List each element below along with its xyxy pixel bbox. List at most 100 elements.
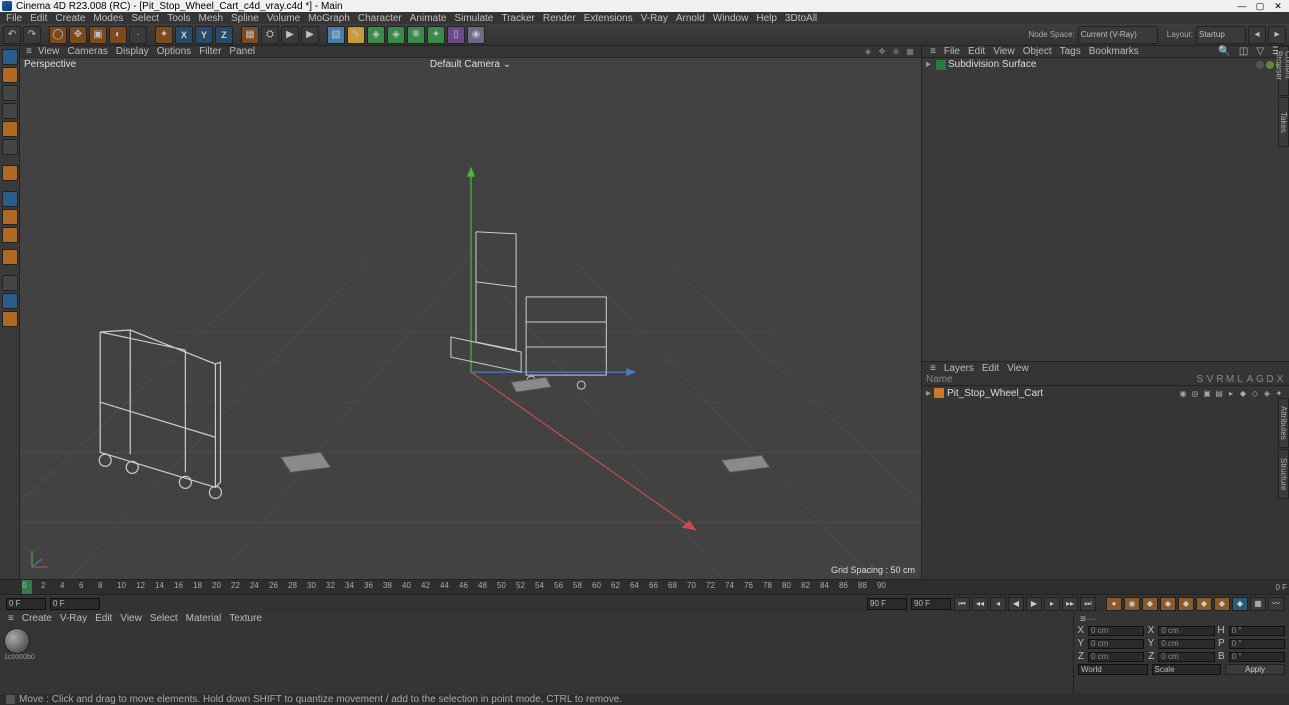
vp-menu-options[interactable]: Options [153,46,195,57]
key-pos-button[interactable]: ◆ [1142,597,1158,611]
om-tags[interactable]: Tags [1056,46,1085,57]
maximize-button[interactable]: ▢ [1251,0,1269,12]
goto-end-button[interactable]: ⏭ [1080,597,1096,611]
menu-render[interactable]: Render [539,13,580,24]
rotate-tool[interactable]: ◐ [109,26,127,44]
size-y-field[interactable]: 0 cm [1158,639,1214,649]
render-view[interactable]: ▦ [241,26,259,44]
om-path-icon[interactable]: ◫ [1235,46,1252,57]
spline-pen[interactable]: ✎ [347,26,365,44]
camera[interactable]: ▯ [447,26,465,44]
scale-tool[interactable]: ▣ [89,26,107,44]
menu-tracker[interactable]: Tracker [497,13,539,24]
menu-window[interactable]: Window [709,13,753,24]
snap-settings[interactable] [2,227,18,243]
pos-y-field[interactable]: 0 cm [1088,639,1144,649]
layout-next[interactable]: ▸ [1268,26,1286,44]
vp-nav-orbit-icon[interactable]: ◈ [862,47,874,57]
picture-viewer[interactable]: ▶ [281,26,299,44]
object-row-root[interactable]: ▸ Subdivision Surface [922,58,1289,71]
object-name[interactable]: Subdivision Surface [948,59,1255,70]
snap-toggle[interactable] [2,209,18,225]
layer-view-icon[interactable]: ◎ [1190,388,1200,398]
vp-menu-filter[interactable]: Filter [195,46,225,57]
goto-start-button[interactable]: ⏮ [954,597,970,611]
coord-scale-select[interactable]: Scale [1152,664,1222,675]
axis-gizmo[interactable] [26,547,52,573]
mm-texture[interactable]: Texture [225,613,266,624]
mm-create[interactable]: Create [18,613,56,624]
render-queue[interactable]: ▶ [301,26,319,44]
viewport-camera-label[interactable]: Default Camera ⌄ [430,59,511,70]
mm-select[interactable]: Select [146,613,182,624]
layer-render-icon[interactable]: ▣ [1202,388,1212,398]
select-tool[interactable]: ◯ [49,26,67,44]
next-key-button[interactable]: ▸▸ [1062,597,1078,611]
layer-name[interactable]: Pit_Stop_Wheel_Cart [947,388,1177,399]
menu-volume[interactable]: Volume [263,13,304,24]
material-list[interactable]: 1c0000b0 [0,624,1073,694]
om-search-icon[interactable]: 🔍 [1214,46,1234,57]
frame-end2-field[interactable]: 90 F [911,598,951,610]
om-filter-icon[interactable]: ▽ [1252,46,1268,57]
minimize-button[interactable]: — [1233,0,1251,12]
prev-frame-button[interactable]: ◂ [990,597,1006,611]
light[interactable]: ◉ [467,26,485,44]
layer-gen-icon[interactable]: ◇ [1250,388,1260,398]
key-pla-button[interactable]: ◆ [1214,597,1230,611]
texture-mode[interactable] [2,67,18,83]
menu-spline[interactable]: Spline [227,13,263,24]
layer-def-icon[interactable]: ◈ [1262,388,1272,398]
axis-mode[interactable] [2,165,18,181]
layer-dot[interactable] [1256,61,1264,69]
menu-animate[interactable]: Animate [406,13,451,24]
scene-object[interactable]: ✦ [427,26,445,44]
mm-vray[interactable]: V-Ray [56,613,91,624]
vp-menu-panel[interactable]: Panel [225,46,259,57]
mm-material[interactable]: Material [182,613,226,624]
vp-menu-cameras[interactable]: Cameras [63,46,112,57]
menu-3dtoall[interactable]: 3DtoAll [781,13,821,24]
lm-edit[interactable]: Edit [978,363,1003,374]
menu-mograph[interactable]: MoGraph [304,13,354,24]
om-edit[interactable]: Edit [964,46,989,57]
record-button[interactable]: ● [1106,597,1122,611]
vp-menu-display[interactable]: Display [112,46,153,57]
axis-y[interactable]: Y [195,26,213,44]
last-tool[interactable]: · [129,26,147,44]
menu-edit[interactable]: Edit [26,13,51,24]
field[interactable]: ❋ [407,26,425,44]
key-scale-button[interactable]: ◆ [1160,597,1176,611]
visible-editor-dot[interactable] [1266,61,1274,69]
layer-color-icon[interactable] [934,388,944,398]
next-frame-button[interactable]: ▸ [1044,597,1060,611]
coord-apply-button[interactable]: Apply [1225,664,1285,675]
tab-content-browser[interactable]: Content Browser [1278,46,1289,96]
layer-anim-icon[interactable]: ◆ [1238,388,1248,398]
generator[interactable]: ◈ [367,26,385,44]
menu-extensions[interactable]: Extensions [580,13,637,24]
redo-button[interactable]: ↷ [23,26,41,44]
quantize[interactable] [2,311,18,327]
layer-manager-icon[interactable]: ▤ [1214,388,1224,398]
rot-h-field[interactable]: 0 ° [1229,626,1285,636]
node-space-select[interactable]: Current (V-Ray) [1078,26,1158,44]
play-back-button[interactable]: ◀ [1008,597,1024,611]
model-mode[interactable] [2,49,18,65]
menu-select[interactable]: Select [127,13,163,24]
tab-takes[interactable]: Takes [1278,97,1289,147]
rot-b-field[interactable]: 0 ° [1229,652,1285,662]
vp-menu-view[interactable]: View [34,46,64,57]
point-mode[interactable] [2,103,18,119]
layer-lock-icon[interactable]: ▸ [1226,388,1236,398]
menu-mesh[interactable]: Mesh [195,13,227,24]
rot-p-field[interactable]: 0 ° [1229,639,1285,649]
menu-simulate[interactable]: Simulate [450,13,497,24]
om-file[interactable]: File [940,46,964,57]
deformer[interactable]: ◈ [387,26,405,44]
pos-z-field[interactable]: 0 cm [1088,652,1144,662]
size-x-field[interactable]: 0 cm [1158,626,1214,636]
soft-select[interactable] [2,275,18,291]
size-z-field[interactable]: 0 cm [1158,652,1214,662]
pos-x-field[interactable]: 0 cm [1088,626,1144,636]
